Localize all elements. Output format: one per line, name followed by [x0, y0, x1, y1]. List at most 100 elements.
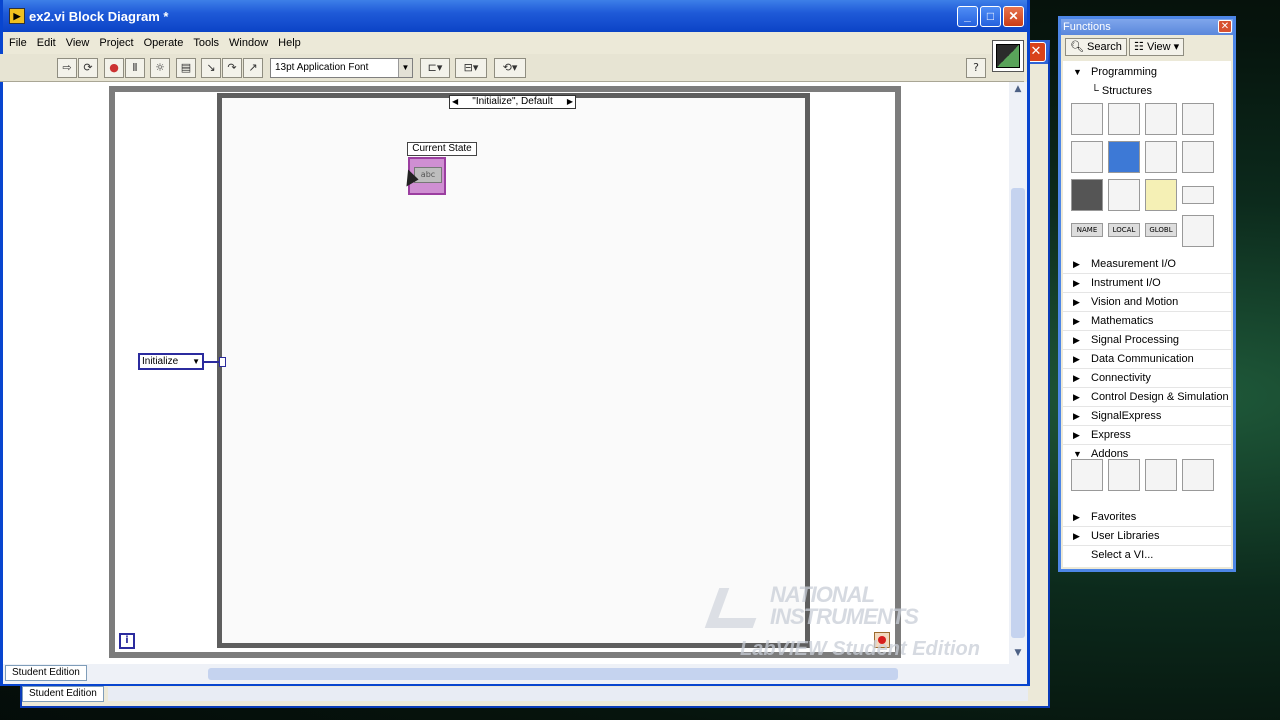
while-loop-icon[interactable]	[1108, 103, 1140, 135]
reorder-icon[interactable]: ⟲▾	[494, 58, 526, 78]
structures-label: Structures	[1101, 85, 1152, 97]
palette-close-icon[interactable]: ✕	[1218, 20, 1232, 33]
palette-category-programming[interactable]: ▼ Programming	[1063, 63, 1231, 82]
view-list-icon: ☷	[1134, 41, 1144, 53]
formula-node-icon[interactable]	[1071, 141, 1103, 173]
horizontal-scroll-thumb[interactable]	[208, 668, 898, 680]
step-out-icon[interactable]: ↗	[243, 58, 263, 78]
palette-category-4[interactable]: ▶ Signal Processing	[1063, 331, 1231, 350]
menu-edit[interactable]: Edit	[37, 37, 56, 49]
category-label: Connectivity	[1091, 372, 1151, 384]
chevron-down-icon: ▼	[192, 357, 200, 366]
addon-1-icon[interactable]	[1071, 459, 1103, 491]
timed-structure-icon[interactable]	[1145, 103, 1177, 135]
case-prev-icon[interactable]: ◀	[452, 96, 458, 108]
run-continuously-icon[interactable]: ⟳	[78, 58, 98, 78]
font-select[interactable]: 13pt Application Font ▼	[270, 58, 413, 78]
collapsed-triangle-icon: ▶	[1073, 512, 1080, 522]
current-state-value: abc	[414, 167, 442, 183]
watermark-line3: LabVIEW Student Edition	[740, 638, 980, 660]
category-label: Mathematics	[1091, 315, 1154, 327]
menu-operate[interactable]: Operate	[144, 37, 184, 49]
palette-view-button[interactable]: ☷ View ▾	[1129, 38, 1185, 56]
palette-category-favorites[interactable]: ▶ Favorites	[1063, 508, 1231, 527]
menu-help[interactable]: Help	[278, 37, 301, 49]
current-state-label[interactable]: Current State	[407, 142, 477, 156]
menu-window[interactable]: Window	[229, 37, 268, 49]
scroll-up-icon[interactable]: ▲	[1011, 84, 1025, 98]
addon-4-icon[interactable]	[1182, 459, 1214, 491]
minimize-button[interactable]: _	[957, 6, 978, 27]
palette-subcategory-structures[interactable]: └ Structures	[1091, 85, 1152, 97]
case-selector[interactable]: ◀ "Initialize", Default ▶	[449, 95, 576, 109]
palette-category-2[interactable]: ▶ Vision and Motion	[1063, 293, 1231, 312]
collapsed-triangle-icon: ▶	[1073, 278, 1080, 288]
event-sources-icon[interactable]	[1182, 215, 1214, 247]
global-variable-icon[interactable]: GLOBL	[1145, 223, 1177, 237]
step-into-icon[interactable]: ↘	[201, 58, 221, 78]
stacked-sequence-icon[interactable]	[1182, 141, 1214, 173]
run-arrow-icon[interactable]: ⇨	[57, 58, 77, 78]
align-objects-icon[interactable]: ⊏▾	[420, 58, 450, 78]
feedback-node-icon[interactable]	[1182, 186, 1214, 204]
palette-category-5[interactable]: ▶ Data Communication	[1063, 350, 1231, 369]
palette-category-6[interactable]: ▶ Connectivity	[1063, 369, 1231, 388]
retain-wire-values-icon[interactable]: ▤	[176, 58, 196, 78]
palette-category-3[interactable]: ▶ Mathematics	[1063, 312, 1231, 331]
chevron-down-icon: ▼	[398, 59, 412, 77]
maximize-button[interactable]: □	[980, 6, 1001, 27]
vertical-scrollbar[interactable]: ▲ ▼	[1009, 82, 1027, 664]
ni-watermark: NATIONAL INSTRUMENTS LabVIEW Student Edi…	[704, 580, 1010, 660]
conditional-disable-icon[interactable]	[1145, 179, 1177, 211]
initialize-enum-constant[interactable]: Initialize ▼	[138, 353, 204, 370]
palette-view-label: View	[1146, 41, 1171, 53]
bg-horizontal-scrollbar[interactable]	[108, 687, 1028, 701]
vertical-scroll-thumb[interactable]	[1011, 188, 1025, 638]
palette-search-button[interactable]: 🔍︎ Search	[1065, 38, 1127, 56]
pause-icon[interactable]: Ⅱ	[125, 58, 145, 78]
flat-sequence-icon[interactable]	[1145, 141, 1177, 173]
palette-category-1[interactable]: ▶ Instrument I/O	[1063, 274, 1231, 293]
palette-category-user-libraries[interactable]: ▶ User Libraries	[1063, 527, 1231, 546]
local-variable-icon[interactable]: LOCAL	[1108, 223, 1140, 237]
programming-label: Programming	[1091, 66, 1158, 78]
highlight-execution-icon[interactable]: ☼	[150, 58, 170, 78]
diagram-disable-icon[interactable]	[1108, 179, 1140, 211]
palette-select-vi[interactable]: Select a VI...	[1063, 546, 1231, 565]
menu-file[interactable]: File	[9, 37, 27, 49]
palette-category-0[interactable]: ▶ Measurement I/O	[1063, 255, 1231, 274]
palette-toolbar: 🔍︎ Search ☷ View ▾	[1061, 35, 1233, 57]
event-structure-icon[interactable]	[1182, 103, 1214, 135]
vi-icon[interactable]	[992, 40, 1024, 72]
category-label: Measurement I/O	[1091, 258, 1176, 270]
collapsed-triangle-icon: ▶	[1073, 373, 1080, 383]
student-edition-tab: Student Edition	[5, 665, 87, 681]
shift-register-tunnel[interactable]	[219, 357, 226, 367]
close-button[interactable]: ✕	[1003, 6, 1024, 27]
abort-icon[interactable]: ●	[104, 58, 124, 78]
chevron-down-icon: ▾	[1173, 41, 1180, 53]
case-structure[interactable]	[217, 93, 810, 648]
scroll-down-icon[interactable]: ▼	[1011, 648, 1025, 662]
menu-view[interactable]: View	[66, 37, 90, 49]
horizontal-scrollbar[interactable]: Student Edition	[3, 664, 1027, 684]
title-bar[interactable]: ▶ ex2.vi Block Diagram * _ □ ✕	[3, 0, 1027, 32]
distribute-objects-icon[interactable]: ⊟▾	[455, 58, 487, 78]
enum-wire[interactable]	[204, 361, 220, 363]
addon-3-icon[interactable]	[1145, 459, 1177, 491]
palette-category-7[interactable]: ▶ Control Design & Simulation	[1063, 388, 1231, 407]
step-over-icon[interactable]: ↷	[222, 58, 242, 78]
shared-variable-icon[interactable]: NAME	[1071, 223, 1103, 237]
iteration-terminal[interactable]: i	[119, 633, 135, 649]
for-loop-icon[interactable]	[1071, 103, 1103, 135]
context-help-icon[interactable]: ?	[966, 58, 986, 78]
palette-title-bar[interactable]: Functions ✕	[1061, 19, 1233, 35]
mathscript-node-icon[interactable]	[1071, 179, 1103, 211]
addon-2-icon[interactable]	[1108, 459, 1140, 491]
palette-category-9[interactable]: ▶ Express	[1063, 426, 1231, 445]
menu-tools[interactable]: Tools	[193, 37, 219, 49]
palette-category-8[interactable]: ▶ SignalExpress	[1063, 407, 1231, 426]
case-structure-icon[interactable]	[1108, 141, 1140, 173]
case-next-icon[interactable]: ▶	[567, 96, 573, 108]
menu-project[interactable]: Project	[99, 37, 133, 49]
